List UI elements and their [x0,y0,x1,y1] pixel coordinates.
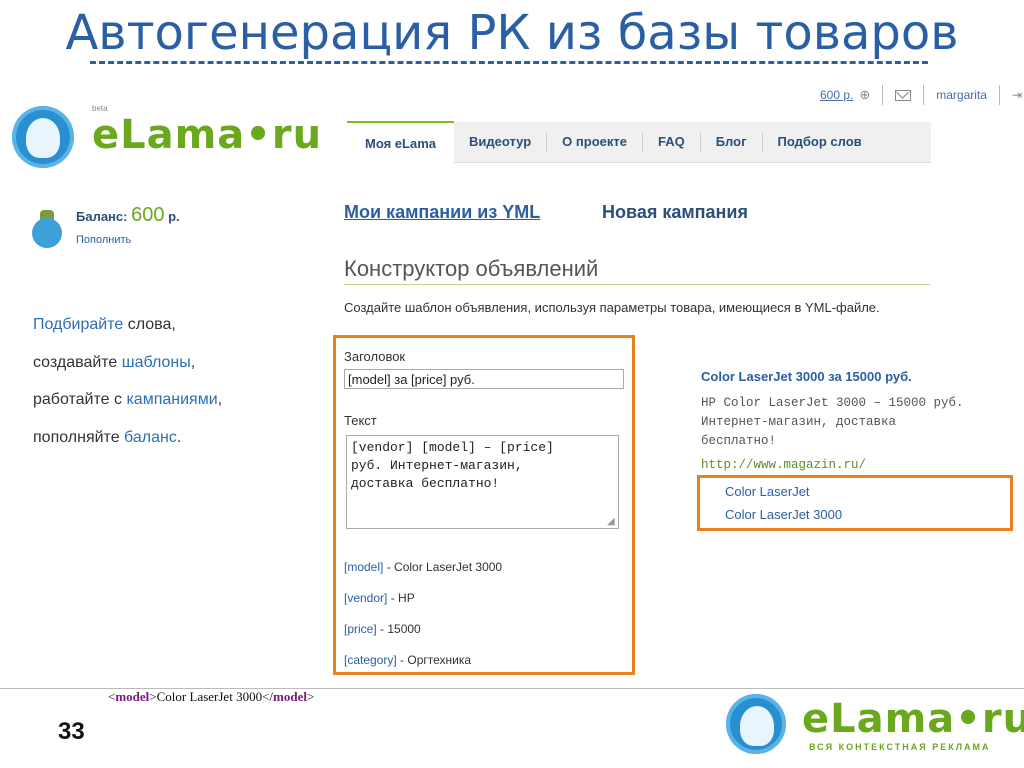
param-value: - HP [387,591,415,605]
ad-preview-title[interactable]: Color LaserJet 3000 за 15000 руб. [701,369,912,384]
param-vendor: [vendor] - HP [344,591,415,605]
xml-example: <model>Color LaserJet 3000</model> [108,689,314,705]
promo-link-balance[interactable]: баланс [124,429,177,446]
resize-handle-icon[interactable]: ◢ [607,516,615,527]
promo-text-part: слова, [123,316,176,333]
ad-preview-text: HP Color LaserJet 3000 – 15000 руб. Инте… [701,396,964,448]
param-value: - Color LaserJet 3000 [383,560,503,574]
my-campaigns-link[interactable]: Мои кампании из YML [344,202,540,223]
promo-text: Подбирайте слова, создавайте шаблоны, ра… [33,306,222,456]
title-label: Заголовок [344,349,406,364]
param-key[interactable]: [category] [344,653,397,667]
balance-currency: р. [168,209,180,224]
logo-text: eLama•ru [92,112,323,158]
logo-tagline: ВСЯ КОНТЕКСТНАЯ РЕКЛАМА [809,742,991,752]
tab-about[interactable]: О проекте [546,132,642,152]
promo-link-templates[interactable]: шаблоны [122,354,191,371]
topup-link[interactable]: Пополнить [76,234,131,246]
xml-bracket: > [306,689,315,704]
promo-text-part: создавайте [33,353,122,371]
param-category: [category] - Оргтехника [344,653,471,667]
tab-faq[interactable]: FAQ [641,132,700,152]
promo-text-part: работайте с [33,391,127,408]
param-key[interactable]: [price] [344,622,377,636]
balance: Баланс: 600 р. [76,204,180,227]
text-textarea[interactable]: [vendor] [model] – [price] руб. Интернет… [346,435,619,529]
title-input[interactable]: [model] за [price] руб. [344,369,624,389]
mail-icon[interactable] [895,89,912,101]
xml-content: Color LaserJet 3000 [156,689,263,704]
sitelink[interactable]: Color LaserJet [725,484,810,499]
elama-logo[interactable]: beta eLama•ru [12,104,321,174]
text-label: Текст [344,413,377,428]
ad-preview-url[interactable]: http://www.magazin.ru/ [701,458,866,472]
page-number: 33 [58,718,85,745]
balance-label: Баланс: [76,209,128,224]
money-bag-icon [28,208,66,248]
username-link[interactable]: margarita [936,88,987,102]
param-model: [model] - Color LaserJet 3000 [344,560,502,574]
tab-word-selection[interactable]: Подбор слов [761,132,877,152]
xml-tag: model [115,689,150,704]
main-tabs: Моя eLama Видеотур О проекте FAQ Блог По… [347,121,931,163]
top-links: 600 р. ⊕ margarita ⇥ [820,84,1024,106]
param-value: - 15000 [376,622,421,636]
divider [923,85,925,105]
logout-icon[interactable]: ⇥ [1012,88,1022,102]
tab-videotour[interactable]: Видеотур [454,132,546,152]
param-key[interactable]: [vendor] [344,591,387,605]
header-balance-link[interactable]: 600 р. [820,88,853,102]
elama-footer-logo: eLama•ru ВСЯ КОНТЕКСТНАЯ РЕКЛАМА [726,694,1024,760]
new-campaign-title: Новая кампания [602,202,748,222]
promo-link-words[interactable]: Подбирайте [33,316,123,333]
tab-blog[interactable]: Блог [699,132,762,152]
constructor-description: Создайте шаблон объявления, используя па… [344,300,880,315]
tab-my-elama[interactable]: Моя eLama [347,121,454,163]
xml-bracket: </ [262,689,274,704]
constructor-title: Конструктор объявлений [344,256,930,285]
promo-text-part: , [217,391,223,408]
param-key[interactable]: [model] [344,560,383,574]
add-funds-icon[interactable]: ⊕ [859,87,870,103]
divider [882,85,884,105]
promo-text-part: . [176,428,182,446]
promo-text-part: пополняйте [33,428,125,446]
xml-tag: model [273,689,307,704]
xml-bracket: > [149,689,157,704]
sitelink[interactable]: Color LaserJet 3000 [725,507,842,522]
divider [998,85,1000,105]
logo-mascot-icon [726,694,786,754]
param-value: - Оргтехника [396,653,472,667]
balance-amount: 600 [131,204,165,226]
promo-text-part: , [190,353,196,371]
slide-title: Автогенерация РК из базы товаров [65,5,959,61]
logo-text: eLama•ru [802,696,1024,742]
param-price: [price] - 15000 [344,622,421,636]
promo-link-campaigns[interactable]: кампаниями [126,391,217,408]
logo-mascot-icon [12,106,74,168]
title-underline [90,61,928,64]
